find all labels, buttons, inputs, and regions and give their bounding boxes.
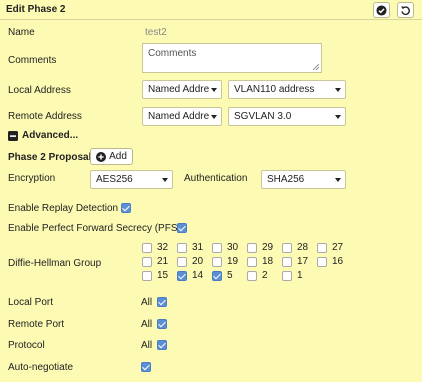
authentication-value: SHA256 [267, 174, 305, 185]
comments-placeholder: Comments [148, 48, 197, 59]
dh-group-32-label: 32 [157, 242, 169, 253]
encryption-label: Encryption [8, 173, 56, 184]
plus-circle-icon [96, 151, 107, 162]
dh-group-14-checkbox[interactable] [177, 271, 187, 281]
remote-port-value: All [141, 319, 153, 330]
dh-group-21-label: 21 [157, 256, 169, 267]
dh-group-27-label: 27 [332, 242, 344, 253]
advanced-toggle[interactable]: Advanced... [8, 130, 78, 141]
pfs-checkbox[interactable] [177, 223, 187, 233]
dh-group-17-checkbox[interactable] [282, 257, 292, 267]
remote-address-value: SGVLAN 3.0 [234, 111, 292, 122]
authentication-select[interactable]: SHA256 [261, 170, 346, 189]
dh-group-28-label: 28 [297, 242, 309, 253]
remote-port-label: Remote Port [8, 319, 65, 330]
dh-group-28-checkbox[interactable] [282, 243, 292, 253]
dh-group-31-label: 31 [192, 242, 204, 253]
chevron-down-icon [335, 88, 341, 92]
dh-group-5-label: 5 [227, 270, 233, 281]
check-circle-icon [376, 4, 387, 16]
panel-header: Edit Phase 2 [0, 0, 422, 20]
chevron-down-icon [211, 88, 217, 92]
replay-checkbox[interactable] [121, 203, 131, 213]
protocol-all-checkbox[interactable] [157, 340, 167, 350]
local-address-value: VLAN110 address [234, 84, 315, 95]
dh-group-18-label: 18 [262, 256, 274, 267]
dh-group-27-checkbox[interactable] [317, 243, 327, 253]
remote-port-all-checkbox[interactable] [157, 319, 167, 329]
edit-phase2-panel: Edit Phase 2 Name test2 Comments Comment… [0, 0, 422, 382]
encryption-select[interactable]: AES256 [90, 170, 173, 189]
resize-grip-icon[interactable] [313, 64, 319, 70]
revert-button[interactable] [397, 2, 414, 18]
dh-group-29-label: 29 [262, 242, 274, 253]
dh-group-16-label: 16 [332, 256, 344, 267]
remote-address-type-select[interactable]: Named Addre [142, 107, 222, 126]
encryption-value: AES256 [96, 174, 133, 185]
local-port-value: All [141, 297, 153, 308]
pfs-label: Enable Perfect Forward Secrecy (PFS) [8, 223, 181, 234]
local-address-type-value: Named Addre [148, 84, 210, 95]
comments-textarea[interactable]: Comments [142, 43, 322, 73]
add-proposal-button[interactable]: Add [90, 148, 133, 165]
chevron-down-icon [162, 178, 168, 182]
chevron-down-icon [211, 115, 217, 119]
replay-label: Enable Replay Detection [8, 203, 119, 214]
dh-group-14-label: 14 [192, 270, 204, 281]
protocol-label: Protocol [8, 340, 45, 351]
protocol-value: All [141, 340, 153, 351]
dh-group-16-checkbox[interactable] [317, 257, 327, 267]
dh-group-31-checkbox[interactable] [177, 243, 187, 253]
add-label: Add [109, 151, 127, 162]
dh-group-30-checkbox[interactable] [212, 243, 222, 253]
dh-group-30-label: 30 [227, 242, 239, 253]
remote-address-select[interactable]: SGVLAN 3.0 [228, 107, 346, 126]
name-value: test2 [145, 27, 167, 38]
dh-group-29-checkbox[interactable] [247, 243, 257, 253]
remote-address-label: Remote Address [8, 111, 82, 122]
dh-group-15-checkbox[interactable] [142, 271, 152, 281]
panel-title: Edit Phase 2 [6, 4, 66, 15]
dh-group-20-checkbox[interactable] [177, 257, 187, 267]
proposal-label: Phase 2 Proposal [8, 152, 92, 163]
dh-group-17-label: 17 [297, 256, 309, 267]
local-port-label: Local Port [8, 297, 54, 308]
dh-group-32-checkbox[interactable] [142, 243, 152, 253]
dh-group-19-checkbox[interactable] [212, 257, 222, 267]
remote-address-type-value: Named Addre [148, 111, 210, 122]
local-address-label: Local Address [8, 85, 71, 96]
authentication-label: Authentication [184, 173, 248, 184]
dh-label: Diffie-Hellman Group [8, 258, 102, 269]
dh-group-5-checkbox[interactable] [212, 271, 222, 281]
dh-group-15-label: 15 [157, 270, 169, 281]
dh-group-2-checkbox[interactable] [247, 271, 257, 281]
dh-group-19-label: 19 [227, 256, 239, 267]
dh-group-21-checkbox[interactable] [142, 257, 152, 267]
advanced-label: Advanced... [22, 130, 79, 141]
auto-negotiate-checkbox[interactable] [141, 362, 151, 372]
dh-group-18-checkbox[interactable] [247, 257, 257, 267]
dh-group-1-checkbox[interactable] [282, 271, 292, 281]
local-address-select[interactable]: VLAN110 address [228, 80, 346, 99]
local-port-all-checkbox[interactable] [157, 297, 167, 307]
undo-icon [401, 5, 410, 15]
chevron-down-icon [335, 115, 341, 119]
confirm-button[interactable] [373, 2, 390, 18]
name-label: Name [8, 27, 35, 38]
dh-group-1-label: 1 [297, 270, 303, 281]
chevron-down-icon [335, 178, 341, 182]
dh-group-2-label: 2 [262, 270, 268, 281]
local-address-type-select[interactable]: Named Addre [142, 80, 222, 99]
comments-label: Comments [8, 55, 57, 66]
minus-square-icon [8, 130, 18, 141]
dh-group-20-label: 20 [192, 256, 204, 267]
auto-negotiate-label: Auto-negotiate [8, 362, 74, 373]
